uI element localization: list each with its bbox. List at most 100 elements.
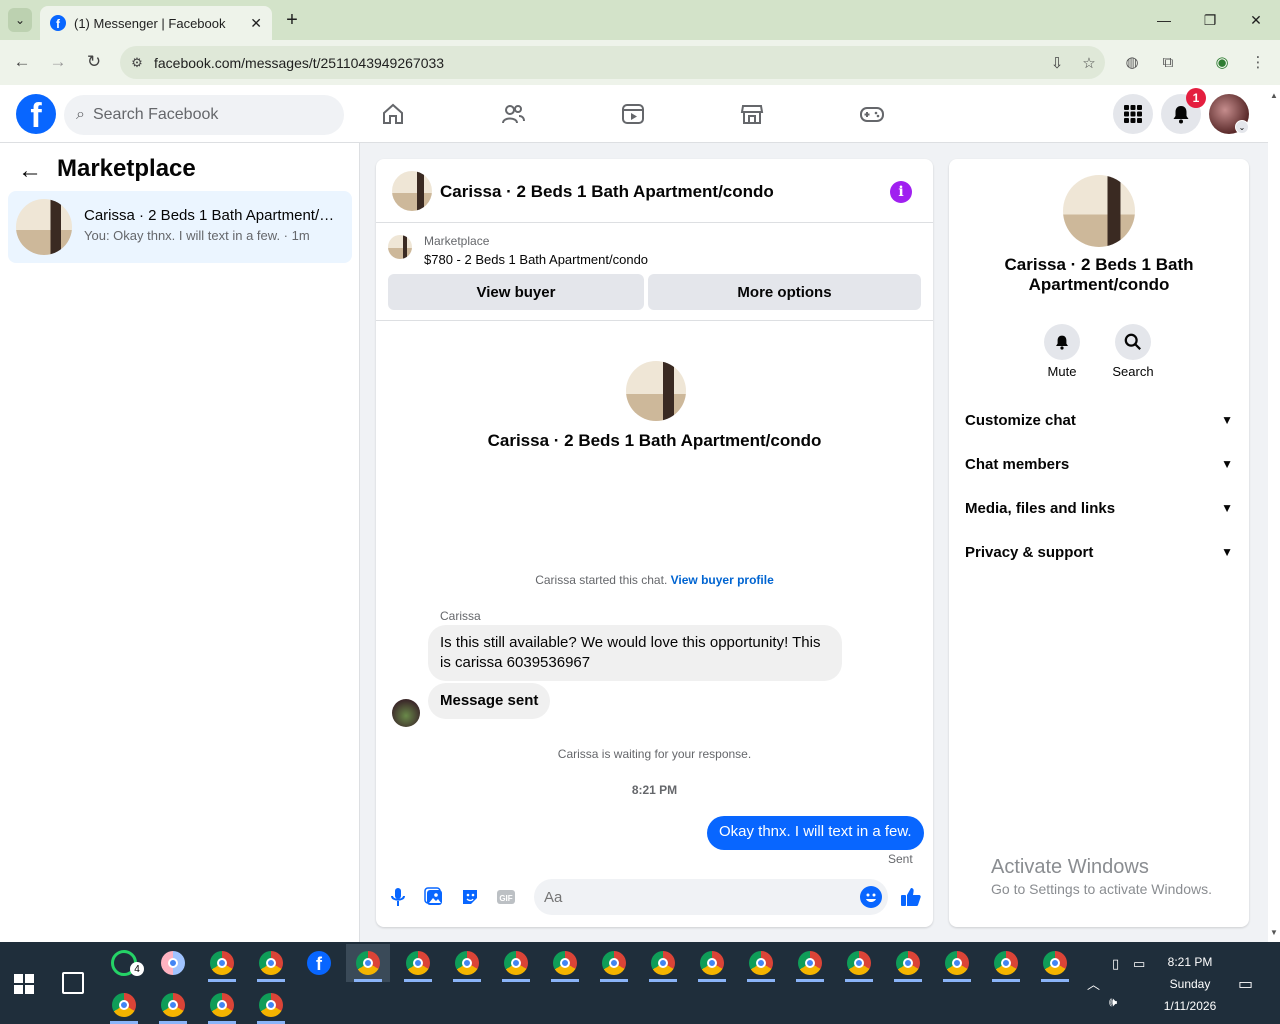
close-window-icon[interactable]: ✕: [1233, 8, 1279, 32]
menu-dots-icon[interactable]: ⋮: [1246, 50, 1270, 74]
view-buyer-button[interactable]: View buyer: [388, 274, 644, 310]
profile-icon[interactable]: ◉: [1210, 50, 1234, 74]
chat-avatar[interactable]: [392, 171, 432, 211]
menu-grid-icon[interactable]: [1113, 94, 1153, 134]
browser-tab[interactable]: f (1) Messenger | Facebook ✕: [40, 6, 272, 40]
chrome-taskbar-icon[interactable]: [886, 944, 930, 982]
scroll-down-icon[interactable]: ▼: [1268, 926, 1280, 938]
chat-members-section[interactable]: Chat members ▼: [965, 452, 1233, 476]
chrome-taskbar-icon[interactable]: [788, 944, 832, 982]
home-icon[interactable]: [378, 99, 408, 129]
incoming-message[interactable]: Message sent: [428, 683, 551, 719]
video-icon[interactable]: [618, 99, 648, 129]
extensions-puzzle-icon[interactable]: ⧉: [1156, 50, 1180, 74]
outgoing-message[interactable]: Okay thnx. I will text in a few.: [707, 816, 924, 850]
microphone-icon[interactable]: [386, 885, 410, 909]
volume-icon[interactable]: 🕪: [1109, 994, 1117, 1010]
back-arrow-icon[interactable]: ←: [10, 50, 34, 74]
thumbs-up-icon[interactable]: [898, 885, 924, 909]
forward-arrow-icon[interactable]: →: [46, 50, 70, 74]
info-icon[interactable]: i: [890, 181, 912, 203]
chrome-taskbar-icon[interactable]: [396, 944, 440, 982]
chrome-taskbar-icon[interactable]: [494, 944, 538, 982]
chrome-taskbar-icon[interactable]: [200, 944, 244, 982]
notification-center-icon[interactable]: ▭: [1238, 974, 1253, 994]
account-caret-icon[interactable]: ⌄: [1235, 120, 1249, 134]
chrome-taskbar-icon[interactable]: [1033, 944, 1077, 982]
view-buyer-profile-link[interactable]: View buyer profile: [671, 573, 774, 587]
chrome-taskbar-icon[interactable]: [837, 944, 881, 982]
new-tab-plus-icon[interactable]: +: [282, 8, 302, 32]
facebook-logo-icon[interactable]: f: [16, 94, 56, 134]
chrome-taskbar-icon[interactable]: [151, 986, 195, 1024]
sender-avatar[interactable]: [392, 699, 420, 727]
chrome-taskbar-icon[interactable]: [935, 944, 979, 982]
chrome-taskbar-icon[interactable]: [102, 986, 146, 1024]
sender-name: Carissa: [440, 609, 481, 623]
chrome-taskbar-icon[interactable]: [592, 944, 636, 982]
incoming-message[interactable]: Is this still available? We would love t…: [428, 625, 842, 681]
search-label: Search: [1112, 364, 1154, 379]
media-files-links-section[interactable]: Media, files and links ▼: [965, 496, 1233, 520]
chrome-taskbar-icon[interactable]: [690, 944, 734, 982]
chrome-taskbar-icon[interactable]: [739, 944, 783, 982]
search-placeholder: Search Facebook: [92, 106, 219, 123]
emoji-icon[interactable]: [860, 886, 882, 908]
install-app-icon[interactable]: ⇩: [1041, 54, 1073, 72]
site-settings-icon[interactable]: ⚙: [120, 55, 154, 71]
chrome-taskbar-icon[interactable]: [641, 944, 685, 982]
message-input[interactable]: [544, 888, 860, 906]
clock-date[interactable]: 1/11/2026: [1155, 999, 1225, 1013]
intro-name: Carissa · 2 Beds 1 Bath Apartment/condo: [487, 431, 822, 450]
info-avatar[interactable]: [1063, 175, 1135, 247]
chrome-taskbar-icon[interactable]: [984, 944, 1028, 982]
clock-time[interactable]: 8:21 PM: [1160, 955, 1220, 969]
gif-icon[interactable]: GIF: [494, 885, 518, 909]
chrome-taskbar-icon[interactable]: [346, 944, 390, 982]
address-bar[interactable]: ⚙ facebook.com/messages/t/25110439492670…: [120, 46, 1105, 79]
section-label: Customize chat: [965, 411, 1076, 429]
chat-title[interactable]: Carissa · 2 Beds 1 Bath Apartment/condo: [440, 182, 774, 202]
device-icon[interactable]: ▯: [1112, 956, 1119, 972]
chrome-taskbar-icon[interactable]: [249, 944, 293, 982]
app-taskbar-icon[interactable]: [151, 944, 195, 982]
facebook-taskbar-icon[interactable]: f: [297, 944, 341, 982]
windows-start-icon[interactable]: [14, 974, 34, 994]
translate-globe-icon[interactable]: ◍: [1120, 50, 1144, 74]
sticker-icon[interactable]: [458, 885, 482, 909]
photo-icon[interactable]: [422, 885, 446, 909]
minimize-icon[interactable]: —: [1141, 8, 1187, 32]
message-composer[interactable]: [534, 879, 888, 915]
scroll-up-icon[interactable]: ▲: [1268, 89, 1280, 101]
mute-button[interactable]: Mute: [1032, 324, 1092, 379]
search-icon: ⌕: [76, 106, 85, 123]
network-icon[interactable]: ▭: [1133, 956, 1145, 972]
search-button[interactable]: Search: [1103, 324, 1163, 379]
chrome-taskbar-icon[interactable]: [543, 944, 587, 982]
marketplace-icon[interactable]: [737, 99, 767, 129]
close-tab-icon[interactable]: ✕: [250, 15, 262, 32]
friends-icon[interactable]: [498, 99, 528, 129]
show-hidden-icons-icon[interactable]: ︿: [1087, 974, 1100, 993]
gaming-icon[interactable]: [857, 99, 887, 129]
listing-title[interactable]: $780 - 2 Beds 1 Bath Apartment/condo: [424, 252, 648, 267]
restore-icon[interactable]: ❐: [1187, 8, 1233, 32]
customize-chat-section[interactable]: Customize chat ▼: [965, 408, 1233, 432]
more-options-button[interactable]: More options: [648, 274, 921, 310]
privacy-support-section[interactable]: Privacy & support ▼: [965, 540, 1233, 564]
conversation-item[interactable]: Carissa · 2 Beds 1 Bath Apartment/condo …: [8, 191, 352, 263]
chrome-taskbar-icon[interactable]: [200, 986, 244, 1024]
marketplace-label: Marketplace: [424, 234, 490, 248]
task-view-icon[interactable]: [62, 972, 84, 994]
tab-title: (1) Messenger | Facebook: [74, 15, 226, 31]
clock-day[interactable]: Sunday: [1160, 977, 1220, 991]
facebook-search-box[interactable]: ⌕ Search Facebook: [64, 95, 344, 135]
reload-icon[interactable]: ↻: [82, 50, 106, 74]
back-arrow-icon[interactable]: ←: [18, 157, 42, 185]
bookmark-star-icon[interactable]: ☆: [1073, 54, 1105, 72]
chrome-taskbar-icon[interactable]: [445, 944, 489, 982]
chrome-taskbar-icon[interactable]: [249, 986, 293, 1024]
tab-search-chevron-icon[interactable]: ⌄: [8, 8, 32, 32]
chat-info-panel: Carissa · 2 Beds 1 Bath Apartment/condo …: [949, 159, 1249, 927]
page-scrollbar[interactable]: ▲ ▼: [1268, 85, 1280, 942]
